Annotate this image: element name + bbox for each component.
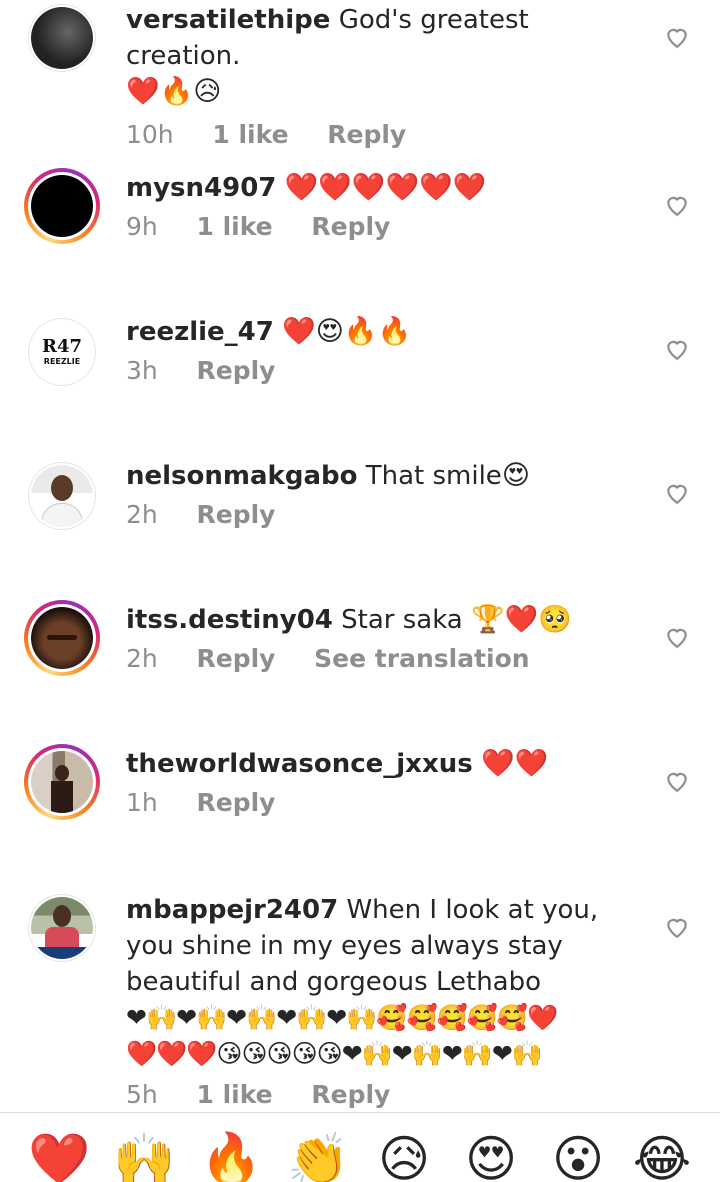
- like-heart-icon[interactable]: [664, 768, 690, 794]
- comment-time: 5h: [126, 1080, 158, 1109]
- comment-emojis: ❤️🔥😥: [126, 76, 222, 107]
- comment-text: Star saka: [341, 605, 463, 635]
- avatar-logo-caption: REEZLIE: [43, 357, 81, 366]
- reply-button[interactable]: Reply: [196, 788, 275, 817]
- avatar-logo-text: R47: [41, 336, 82, 357]
- like-heart-icon[interactable]: [664, 624, 690, 650]
- comment-emojis: 😍: [501, 460, 530, 491]
- reply-button[interactable]: Reply: [311, 212, 390, 241]
- like-heart-icon[interactable]: [664, 914, 690, 940]
- like-heart-icon[interactable]: [664, 24, 690, 50]
- comment-emojis: ❤️😍🔥🔥: [282, 316, 412, 347]
- comment-time: 2h: [126, 500, 158, 529]
- comment-time: 1h: [126, 788, 158, 817]
- reaction-clap-icon[interactable]: 👏: [287, 1129, 349, 1182]
- comment-emojis-line2: ❤️❤️❤️😘😘😘😘😘❤🙌❤🙌❤🙌❤🙌: [126, 1039, 543, 1068]
- reply-button[interactable]: Reply: [311, 1080, 390, 1109]
- comment-username[interactable]: mbappejr2407: [126, 895, 338, 925]
- comment-emojis-line1: ❤🙌❤🙌❤🙌❤🙌❤🙌🥰🥰🥰🥰🥰❤️: [126, 1003, 558, 1032]
- reply-button[interactable]: Reply: [327, 120, 406, 149]
- comment-username[interactable]: versatilethipe: [126, 5, 330, 35]
- avatar[interactable]: [24, 744, 100, 820]
- like-heart-icon[interactable]: [664, 336, 690, 362]
- comment-time: 9h: [126, 212, 158, 241]
- comment-emojis: ❤️❤️: [480, 748, 549, 779]
- comment-time: 3h: [126, 356, 158, 385]
- avatar[interactable]: [24, 600, 100, 676]
- reaction-laughing-icon[interactable]: 😂: [632, 1129, 692, 1182]
- comment-time: 10h: [126, 120, 174, 149]
- like-heart-icon[interactable]: [664, 480, 690, 506]
- reaction-heart-icon[interactable]: ❤️: [28, 1129, 90, 1182]
- quick-reaction-bar: ❤️ 🙌 🔥 👏 😥 😍 😮 😂: [0, 1112, 720, 1182]
- comment-username[interactable]: reezlie_47: [126, 317, 274, 347]
- comment-text: That smile: [365, 461, 502, 491]
- avatar[interactable]: R47 REEZLIE: [28, 318, 96, 386]
- avatar[interactable]: [28, 462, 96, 530]
- comment-emojis: 🏆❤️🥺: [471, 604, 572, 635]
- avatar[interactable]: [28, 4, 96, 72]
- reply-button[interactable]: Reply: [196, 644, 275, 673]
- reply-button[interactable]: Reply: [196, 500, 275, 529]
- comment-username[interactable]: itss.destiny04: [126, 605, 333, 635]
- like-heart-icon[interactable]: [664, 192, 690, 218]
- comment-time: 2h: [126, 644, 158, 673]
- reaction-heart-eyes-icon[interactable]: 😍: [461, 1129, 521, 1182]
- avatar[interactable]: [24, 168, 100, 244]
- reaction-surprised-icon[interactable]: 😮: [548, 1129, 608, 1182]
- comment-likes[interactable]: 1 like: [196, 1080, 272, 1109]
- comment-username[interactable]: nelsonmakgabo: [126, 461, 357, 491]
- comment-emojis: ❤️❤️❤️❤️❤️❤️: [284, 172, 487, 203]
- avatar[interactable]: [28, 894, 96, 962]
- comment-username[interactable]: mysn4907: [126, 173, 276, 203]
- comment-likes[interactable]: 1 like: [212, 120, 288, 149]
- reaction-sad-icon[interactable]: 😥: [374, 1129, 434, 1182]
- reply-button[interactable]: Reply: [196, 356, 275, 385]
- comment-likes[interactable]: 1 like: [196, 212, 272, 241]
- reaction-raised-hands-icon[interactable]: 🙌: [113, 1129, 175, 1182]
- comment-username[interactable]: theworldwasonce_jxxus: [126, 749, 473, 779]
- see-translation-button[interactable]: See translation: [314, 644, 529, 673]
- reaction-fire-icon[interactable]: 🔥: [200, 1129, 262, 1182]
